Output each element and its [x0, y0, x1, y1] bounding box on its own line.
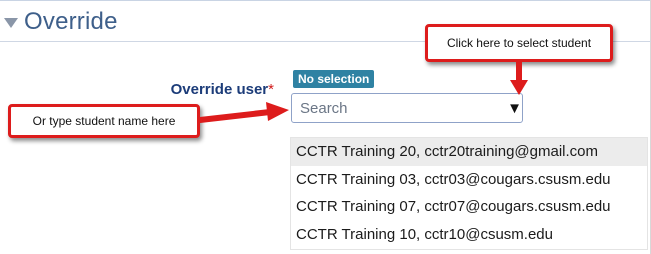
- no-selection-badge: No selection: [293, 70, 375, 88]
- callout-type-student-text: Or type student name here: [32, 114, 176, 128]
- dropdown-caret-icon[interactable]: ▼: [507, 100, 522, 117]
- arrow-to-dropdown-caret: [510, 59, 528, 95]
- section-title: Override: [24, 8, 118, 35]
- page-frame: Override Override user* No selection ▼ C…: [0, 0, 651, 254]
- required-mark: *: [268, 81, 274, 98]
- suggestion-item[interactable]: CCTR Training 07, cctr07@cougars.csusm.e…: [291, 193, 647, 221]
- chevron-down-icon[interactable]: [4, 18, 18, 28]
- search-input[interactable]: [292, 95, 507, 121]
- section-header-override[interactable]: Override: [4, 4, 118, 40]
- suggestion-item[interactable]: CCTR Training 20, cctr20training@gmail.c…: [291, 138, 647, 166]
- top-border: [0, 0, 651, 1]
- override-user-label-text: Override user: [170, 81, 269, 98]
- callout-select-student-text: Click here to select student: [446, 36, 592, 50]
- callout-type-student: Or type student name here: [8, 104, 200, 138]
- suggestion-item[interactable]: CCTR Training 10, cctr10@csusm.edu: [291, 221, 647, 249]
- override-user-label: Override user*: [150, 81, 274, 98]
- callout-select-student: Click here to select student: [425, 24, 613, 62]
- suggestions-list: CCTR Training 20, cctr20training@gmail.c…: [290, 137, 648, 250]
- search-field[interactable]: ▼: [291, 93, 523, 123]
- arrow-to-search-input: [197, 102, 289, 123]
- suggestion-item[interactable]: CCTR Training 03, cctr03@cougars.csusm.e…: [291, 166, 647, 194]
